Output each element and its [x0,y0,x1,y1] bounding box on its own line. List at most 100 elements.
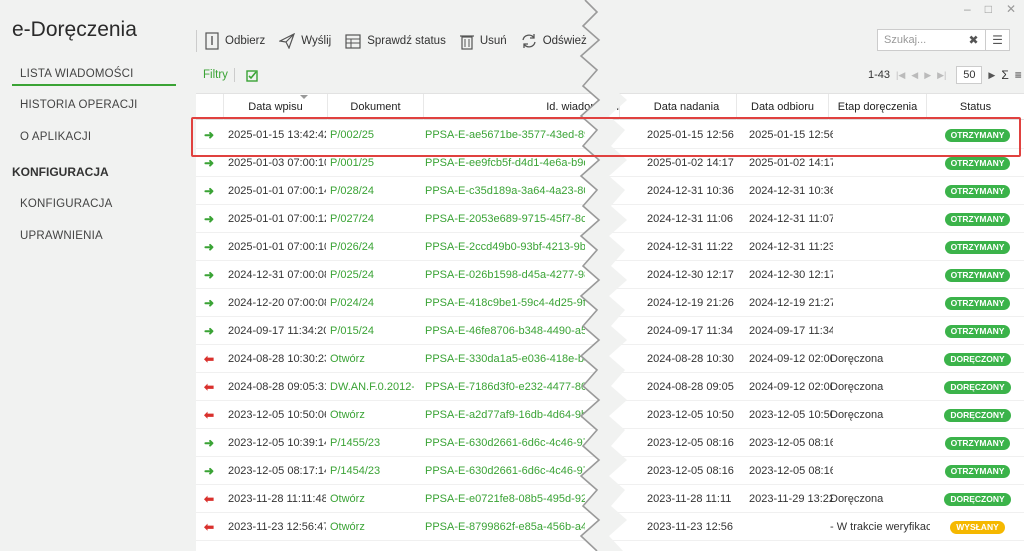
sort-desc-icon [300,95,308,99]
receive-button[interactable]: Odbierz [205,32,265,50]
stage-cell [830,233,930,261]
entry-date-cell: 2024-08-28 09:05:31 [228,381,326,393]
document-link[interactable]: P/1455/23 [330,429,414,457]
message-id-link[interactable]: PPSA-E-2ccd49b0-93bf-4213-9b0a-4 [425,233,585,261]
status-badge: OTRZYMANY [944,437,1011,450]
stage-cell: Doręczona [830,381,884,393]
message-id-link[interactable]: PPSA-E-630d2661-6d6c-4c46-9757- [425,429,585,457]
document-link[interactable]: P/027/24 [330,205,414,233]
received-date-cell: 2024-09-12 02:00 [749,381,833,393]
page-size-arrow-icon[interactable]: ▶ [988,70,995,81]
sidebar-item-configuration[interactable]: KONFIGURACJA [20,198,113,210]
sent-date-cell: 2023-11-28 11:11 [647,493,732,505]
message-id-link[interactable]: PPSA-E-e0721fe8-08b5-495d-9254-b [425,485,585,513]
prev-page-icon[interactable]: ◀ [911,70,918,81]
stage-cell [830,457,930,485]
last-page-icon[interactable]: ▶| [937,70,946,81]
document-link[interactable]: Otwórz [330,401,414,429]
message-id-link[interactable]: PPSA-E-330da1a5-e036-418e-b8cb- [425,345,585,373]
entry-date-cell: 2024-08-28 10:30:23 [228,353,326,365]
pager: 1-43 |◀ ◀ ▶ ▶| 50 ▶ Σ ≡ [868,66,1022,84]
status-cell: OTRZYMANY [931,177,1024,205]
toolbar: Odbierz Wyślij Sprawdź status Usuń Odświ… [196,28,601,54]
status-badge: OTRZYMANY [944,325,1011,338]
sidebar-item-permissions[interactable]: UPRAWNIENIA [20,230,103,242]
message-id-link[interactable]: PPSA-E-8799862f-e85a-456b-a40b- [425,513,585,541]
outgoing-arrow-icon: ⬅ [203,492,215,506]
received-date-cell: 2024-09-12 02:00 [749,353,833,365]
document-link[interactable]: Otwórz [330,345,414,373]
next-page-icon[interactable]: ▶ [924,70,931,81]
search-menu-button[interactable]: ☰ [986,29,1010,51]
app-window: – □ ✕ e-Doręczenia LISTA WIADOMOŚCI HIST… [0,0,1024,551]
document-link[interactable]: P/1454/23 [330,457,414,485]
sidebar-item-operation-history[interactable]: HISTORIA OPERACJI [20,99,138,111]
sum-icon[interactable]: Σ [1001,68,1008,82]
entry-date-cell: 2024-12-20 07:00:08 [228,297,326,309]
incoming-arrow-icon: ➜ [203,268,215,282]
check-status-button[interactable]: Sprawdź status [345,33,446,49]
sidebar-item-message-list[interactable]: LISTA WIADOMOŚCI [12,68,176,86]
sent-date-cell: 2024-12-31 10:36 [647,185,734,197]
received-date-cell: 2023-11-29 13:22 [749,493,833,505]
sent-date-cell: 2024-12-30 12:17 [647,269,734,281]
incoming-arrow-icon: ➜ [203,184,215,198]
received-date-cell: 2023-12-05 08:16 - [749,437,833,449]
sent-date-cell: 2023-11-23 12:56 [647,521,734,533]
stage-cell [830,289,930,317]
maximize-button[interactable]: □ [985,2,992,16]
minimize-button[interactable]: – [964,2,971,16]
document-link[interactable]: P/015/24 [330,317,414,345]
search-clear-button[interactable]: ✖ [962,29,986,51]
document-link[interactable]: DW.AN.F.0.2012-4 [330,373,414,401]
calendar-check-icon [345,34,361,49]
page-size-input[interactable]: 50 [956,66,983,84]
document-link[interactable]: Otwórz [330,513,414,541]
incoming-arrow-icon: ➜ [203,240,215,254]
sent-date-cell: 2024-12-19 21:26 [647,297,734,309]
message-id-link[interactable]: PPSA-E-46fe8706-b348-4490-a51a- [425,317,585,345]
delete-button[interactable]: Usuń [459,33,507,50]
entry-date-cell: 2023-11-28 11:11:48 [228,493,326,505]
sent-date-cell: 2024-12-31 11:22 [647,241,734,253]
received-date-cell: 2024-12-31 11:23 - [749,241,833,253]
send-button[interactable]: Wyślij [279,33,331,49]
status-cell: OTRZYMANY [931,205,1024,233]
sent-date-cell: 2023-12-05 08:16 [647,437,734,449]
message-id-link[interactable]: PPSA-E-2053e689-9715-45f7-8cb5- [425,205,585,233]
outgoing-arrow-icon: ⬅ [203,380,215,394]
incoming-arrow-icon: ➜ [203,464,215,478]
message-id-link[interactable]: PPSA-E-a2d77af9-16db-4d64-9b92- [425,401,585,429]
filter-check-icon[interactable] [246,69,258,87]
entry-date-cell: 2025-01-01 07:00:10 [228,241,326,253]
message-id-link[interactable]: PPSA-E-630d2661-6d6c-4c46-9757-5 [425,457,585,485]
close-button[interactable]: ✕ [1006,2,1016,16]
filters-link[interactable]: Filtry [203,69,228,81]
received-date-cell: 2024-12-31 10:36 - [749,185,833,197]
sent-date-cell: 2023-12-05 08:16 [647,465,734,477]
status-badge: OTRZYMANY [944,185,1011,198]
status-badge: DORĘCZONY [944,493,1011,506]
pager-range: 1-43 [868,69,891,81]
document-link[interactable]: P/028/24 [330,177,414,205]
document-link[interactable]: Otwórz [330,485,414,513]
received-date-cell: 2023-12-05 08:16 - [749,465,833,477]
sidebar-section-configuration[interactable]: KONFIGURACJA [12,165,109,179]
stage-cell: Doręczona [830,493,884,505]
columns-menu-icon[interactable]: ≡ [1015,68,1022,82]
document-link[interactable]: P/026/24 [330,233,414,261]
status-cell: OTRZYMANY [931,429,1024,457]
outgoing-arrow-icon: ⬅ [203,408,215,422]
stage-cell [830,429,930,457]
first-page-icon[interactable]: |◀ [896,70,905,81]
entry-date-cell: 2025-01-01 07:00:12 [228,213,326,225]
message-id-link[interactable]: PPSA-E-418c9be1-59c4-4d25-9ff0-0 [425,289,585,317]
document-link[interactable]: P/024/24 [330,289,414,317]
message-id-link[interactable]: PPSA-E-026b1598-d45a-4277-98dd-f [425,261,585,289]
outgoing-arrow-icon: ⬅ [203,352,215,366]
search-input[interactable]: Szukaj... [877,29,963,51]
message-id-link[interactable]: PPSA-E-c35d189a-3a64-4a23-808f-6 [425,177,585,205]
message-id-link[interactable]: PPSA-E-7186d3f0-e232-4477-805c-4 [425,373,585,401]
sidebar-item-about[interactable]: O APLIKACJI [20,131,91,143]
document-link[interactable]: P/025/24 [330,261,414,289]
